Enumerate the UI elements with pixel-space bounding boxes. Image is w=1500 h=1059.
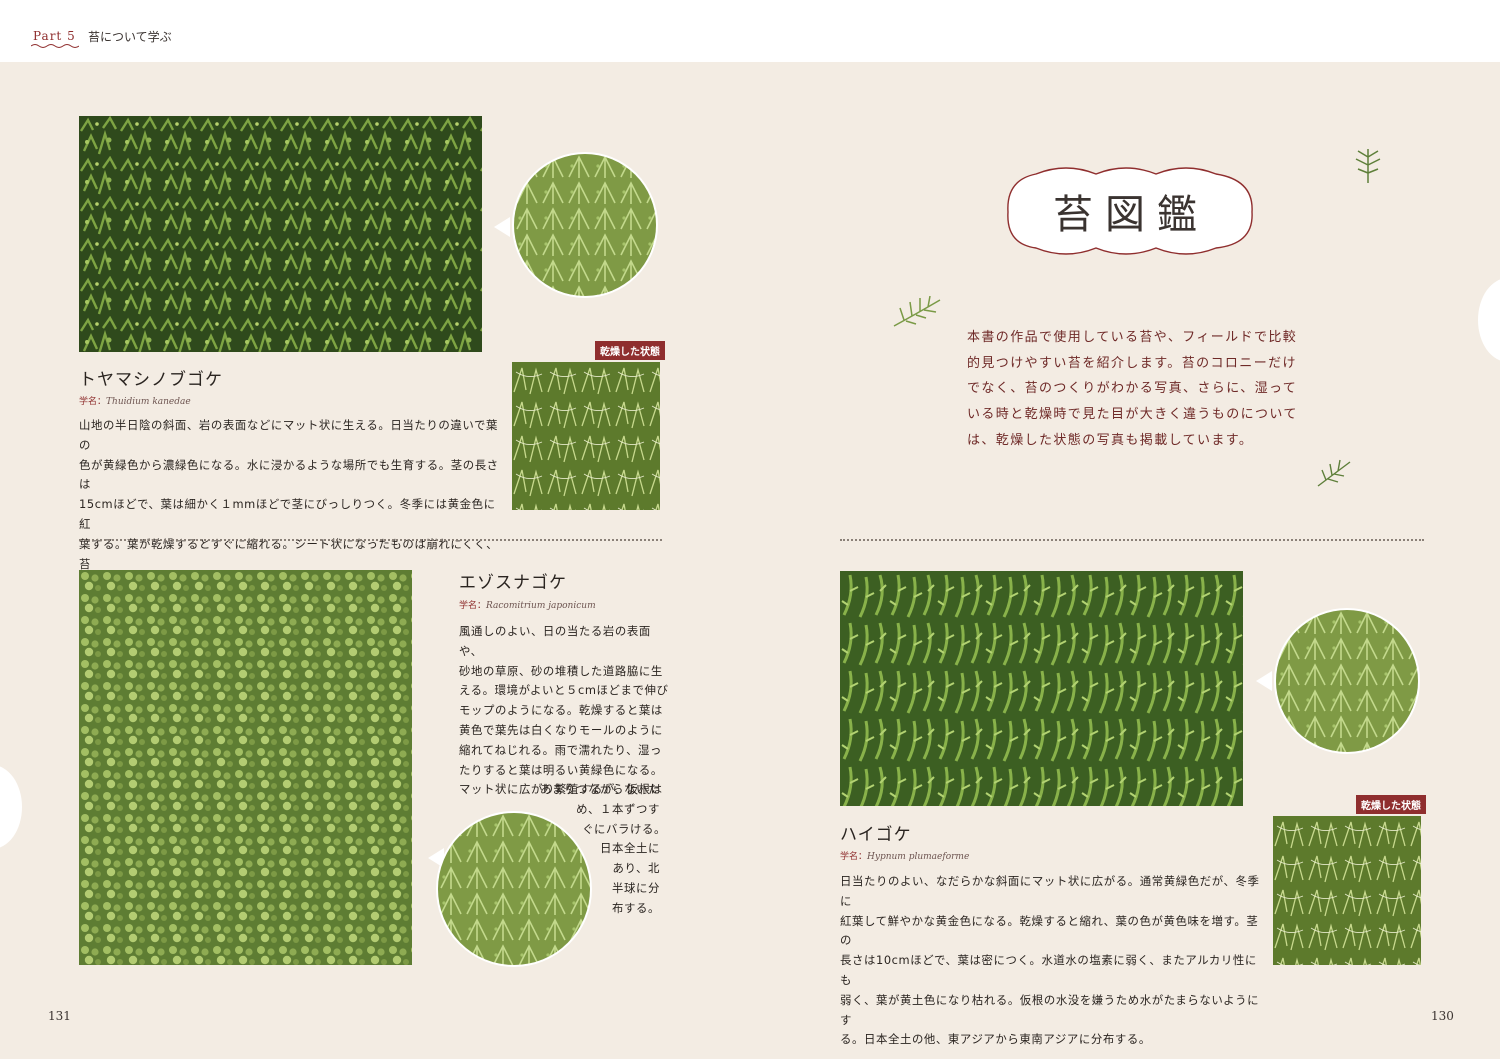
scientific-name-prefix: 学名： [459, 601, 487, 611]
moss-closeup-haigoke [1274, 608, 1420, 754]
moss-name: トヤマシノブゴケ [79, 370, 223, 390]
page-header [0, 0, 1500, 62]
dry-state-badge: 乾燥した状態 [1356, 795, 1426, 814]
edge-tab-right [1478, 278, 1500, 362]
moss-name: エゾスナゴケ [459, 573, 567, 593]
moss-photo-ezosunagoke [79, 570, 412, 965]
section-divider-right [840, 539, 1424, 541]
description-line: る。日本全土の他、東アジアから東南アジアに分布する。 [840, 1032, 1151, 1047]
moss-description: 山地の半日陰の斜面、岩の表面などにマット状に生える。日当たりの違いで葉の 色が黄… [79, 416, 499, 594]
moss-closeup-ezosunagoke [436, 811, 592, 967]
moss-sprig-icon [1317, 459, 1351, 487]
description-line: 紅葉して鮮やかな黄金色になる。乾燥すると縮れ、葉の色が黄色味を増す。茎の [840, 913, 1259, 948]
section-divider-left [79, 539, 662, 541]
page-number-right: 130 [1431, 1009, 1454, 1023]
moss-sprig-icon [1355, 149, 1381, 183]
scientific-name-latin: Hypnum plumaeforme [867, 852, 970, 862]
moss-dry-photo-toyamashinobugoke [512, 362, 660, 510]
description-line: モップのようになる。乾燥すると葉は [459, 703, 663, 718]
scientific-name-latin: Thuidium kanedae [106, 397, 191, 407]
chapter-title: 苔について学ぶ [88, 30, 172, 44]
moss-description: 日当たりのよい、なだらかな斜面にマット状に広がる。通常黄緑色だが、冬季に 紅葉し… [840, 872, 1260, 1050]
part-underline-wave [31, 44, 79, 48]
scientific-name-prefix: 学名： [840, 852, 868, 862]
scientific-name-latin: Racomitrium japonicum [486, 601, 596, 611]
dry-state-badge: 乾燥した状態 [595, 341, 665, 360]
moss-sprig-icon [893, 296, 941, 327]
intro-text: 本書の作品で使用している苔や、フィールドで比較的見つけやすい苔を紹介します。苔の… [967, 330, 1298, 448]
moss-closeup-toyamashinobugoke [512, 152, 658, 298]
page-title: 苔図鑑 [1053, 192, 1209, 238]
description-line: 弱く、葉が黄土色になり枯れる。仮根の水没を嫌うため水がたまらないようにす [840, 992, 1260, 1027]
description-line: 黄色で葉先は白くなりモールのように [459, 722, 663, 737]
description-line: 色が黄緑色から濃緑色になる。水に浸かるような場所でも生育する。茎の長さは [79, 457, 499, 492]
description-line: あまりつながらないた [539, 782, 660, 796]
moss-name: ハイゴケ [840, 825, 912, 845]
moss-photo-haigoke [840, 571, 1243, 806]
scientific-name: 学名：Racomitrium japonicum [459, 598, 596, 611]
page-number-left: 131 [48, 1009, 71, 1023]
description-line: 山地の半日陰の斜面、岩の表面などにマット状に生える。日当たりの違いで葉の [79, 418, 498, 452]
closeup-pointer [494, 217, 510, 237]
edge-tab-left [0, 765, 22, 849]
scientific-name-prefix: 学名： [79, 397, 107, 407]
moss-description: 風通しのよい、日の当たる岩の表面や、 砂地の草原、砂の堆積した道路脇に生 える。… [459, 622, 674, 800]
scientific-name: 学名：Thuidium kanedae [79, 394, 191, 407]
description-line: 15cmほどで、葉は細かく１mmほどで茎にびっしりつく。冬季には黄金色に紅 [79, 497, 496, 531]
closeup-pointer [1256, 671, 1272, 691]
description-line: 縮れてねじれる。雨で濡れたり、湿っ [459, 742, 663, 757]
description-line: える。環境がよいと５cmほどまで伸び [459, 683, 669, 698]
description-line: たりすると葉は明るい黄緑色になる。 [459, 762, 663, 777]
part-label: Part 5 [33, 29, 76, 43]
moss-dry-photo-haigoke [1273, 816, 1421, 965]
moss-photo-toyamashinobugoke [79, 116, 482, 352]
description-line: 風通しのよい、日の当たる岩の表面や、 [459, 624, 651, 658]
description-line: 砂地の草原、砂の堆積した道路脇に生 [459, 663, 663, 678]
scientific-name: 学名：Hypnum plumaeforme [840, 849, 969, 862]
description-line: 長さは10cmほどで、葉は密につく。水道水の塩素に弱く、またアルカリ性にも [840, 953, 1257, 987]
description-line: 日当たりのよい、なだらかな斜面にマット状に広がる。通常黄緑色だが、冬季に [840, 874, 1260, 908]
